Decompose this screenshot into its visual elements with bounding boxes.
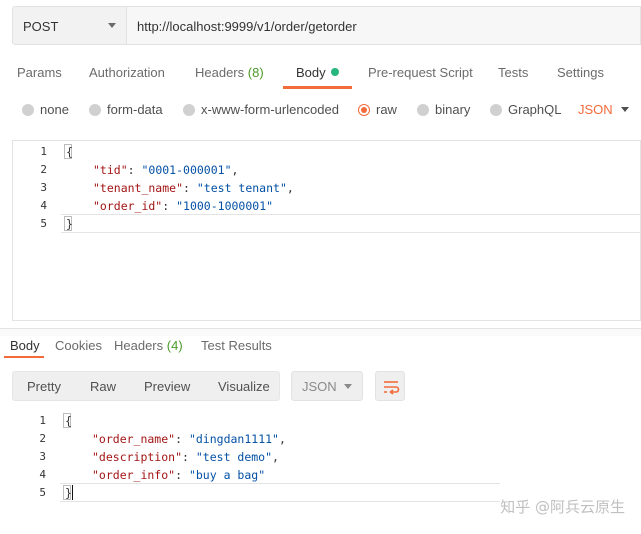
active-line-top [61, 214, 641, 215]
response-tab-body[interactable]: Body [10, 338, 40, 353]
tab-tests-label: Tests [498, 65, 529, 80]
chevron-down-icon [344, 384, 352, 389]
response-tab-body-label: Body [10, 338, 40, 353]
json-close-brace: } [66, 217, 73, 231]
radio-raw-label[interactable]: raw [376, 102, 397, 117]
json-value: "dingdan1111" [188, 432, 279, 446]
json-value: "test tenant" [196, 181, 287, 195]
response-tab-headers[interactable]: Headers (4) [114, 338, 183, 353]
text-cursor [72, 485, 73, 500]
chevron-down-icon [108, 23, 116, 28]
response-headers-count: (4) [166, 338, 183, 353]
response-tab-test-results[interactable]: Test Results [201, 338, 272, 353]
active-line-bottom [60, 501, 500, 502]
json-key: "order_info" [92, 468, 176, 482]
radio-x-www-form-urlencoded-label[interactable]: x-www-form-urlencoded [201, 102, 339, 117]
response-tab-headers-label: Headers [114, 338, 164, 353]
body-type-options: none form-data x-www-form-urlencoded raw… [0, 101, 641, 119]
url-text: http://localhost:9999/v1/order/getorder [137, 19, 357, 34]
chevron-down-icon[interactable] [621, 107, 629, 112]
tab-authorization[interactable]: Authorization [89, 65, 165, 80]
tab-headers[interactable]: Headers (8) [195, 65, 264, 80]
tab-authorization-label: Authorization [89, 65, 165, 80]
radio-none-label[interactable]: none [40, 102, 69, 117]
line-number: 3 [40, 181, 47, 194]
view-visualize[interactable]: Visualize [218, 379, 270, 394]
json-open-brace: { [66, 145, 73, 159]
json-key: "tenant_name" [93, 181, 184, 195]
json-line: "order_id": "1000-1000001" [93, 199, 274, 213]
method-label: POST [23, 19, 59, 34]
json-line: "tid": "0001-000001", [93, 163, 239, 177]
active-line-bottom [61, 232, 641, 233]
radio-raw[interactable] [358, 104, 370, 116]
response-format-select[interactable]: JSON [291, 371, 363, 401]
json-key: "order_name" [92, 432, 176, 446]
response-tab-cookies-label: Cookies [55, 338, 102, 353]
json-key: "tid" [93, 163, 128, 177]
json-value: "0001-000001" [141, 163, 232, 177]
headers-count: (8) [247, 65, 264, 80]
line-number: 2 [39, 432, 46, 445]
radio-binary-label[interactable]: binary [435, 102, 470, 117]
radio-binary[interactable] [417, 104, 429, 116]
radio-form-data[interactable] [89, 104, 101, 116]
view-raw[interactable]: Raw [90, 379, 116, 394]
json-open-brace: { [65, 414, 72, 428]
radio-x-www-form-urlencoded[interactable] [183, 104, 195, 116]
response-active-tab-underline [4, 356, 44, 358]
radio-graphql[interactable] [490, 104, 502, 116]
request-body-editor[interactable]: 1 2 3 4 5 { "tid": "0001-000001", "tenan… [12, 140, 641, 321]
active-tab-underline [283, 86, 352, 89]
radio-none[interactable] [22, 104, 34, 116]
tab-params-label: Params [17, 65, 62, 80]
url-input[interactable]: http://localhost:9999/v1/order/getorder [127, 6, 641, 45]
json-line: "order_name": "dingdan1111", [92, 432, 286, 446]
json-value: "buy a bag" [188, 468, 266, 482]
view-preview[interactable]: Preview [144, 379, 190, 394]
json-value: "test demo" [195, 450, 273, 464]
line-number: 3 [39, 450, 46, 463]
tab-params[interactable]: Params [17, 65, 62, 80]
line-number: 1 [39, 414, 46, 427]
json-key: "order_id" [93, 199, 163, 213]
tab-body-label: Body [296, 65, 326, 80]
tab-tests[interactable]: Tests [498, 65, 528, 80]
tab-pre-request-script-label: Pre-request Script [368, 65, 473, 80]
tab-settings[interactable]: Settings [557, 65, 604, 80]
line-number: 1 [40, 145, 47, 158]
json-line: "tenant_name": "test tenant", [93, 181, 294, 195]
json-line: "order_info": "buy a bag" [92, 468, 266, 482]
view-pretty[interactable]: Pretty [27, 379, 61, 394]
tab-settings-label: Settings [557, 65, 604, 80]
line-number: 5 [40, 217, 47, 230]
radio-form-data-label[interactable]: form-data [107, 102, 163, 117]
tab-body[interactable]: Body [296, 65, 339, 80]
line-number: 4 [39, 468, 46, 481]
wrap-lines-button[interactable] [375, 371, 405, 401]
pane-divider[interactable] [0, 328, 641, 336]
tab-pre-request-script[interactable]: Pre-request Script [368, 65, 473, 80]
language-select[interactable]: JSON [578, 102, 613, 117]
watermark: 知乎 @阿兵云原生 [500, 498, 625, 516]
json-key: "description" [92, 450, 183, 464]
line-number: 2 [40, 163, 47, 176]
line-number: 5 [39, 486, 46, 499]
response-tab-cookies[interactable]: Cookies [55, 338, 102, 353]
wrap-lines-icon [384, 381, 400, 395]
json-line: "description": "test demo", [92, 450, 279, 464]
body-indicator-dot-icon [330, 68, 339, 76]
json-close-brace: } [65, 486, 72, 500]
json-value: "1000-1000001" [176, 199, 274, 213]
method-select[interactable]: POST [12, 6, 127, 45]
tab-headers-label: Headers [195, 65, 245, 80]
view-mode-segmented-control: Pretty Raw Preview Visualize [12, 371, 280, 401]
radio-graphql-label[interactable]: GraphQL [508, 102, 561, 117]
active-line-top [60, 483, 500, 484]
response-format-label: JSON [302, 379, 337, 394]
line-number: 4 [40, 199, 47, 212]
response-tab-test-results-label: Test Results [201, 338, 272, 353]
